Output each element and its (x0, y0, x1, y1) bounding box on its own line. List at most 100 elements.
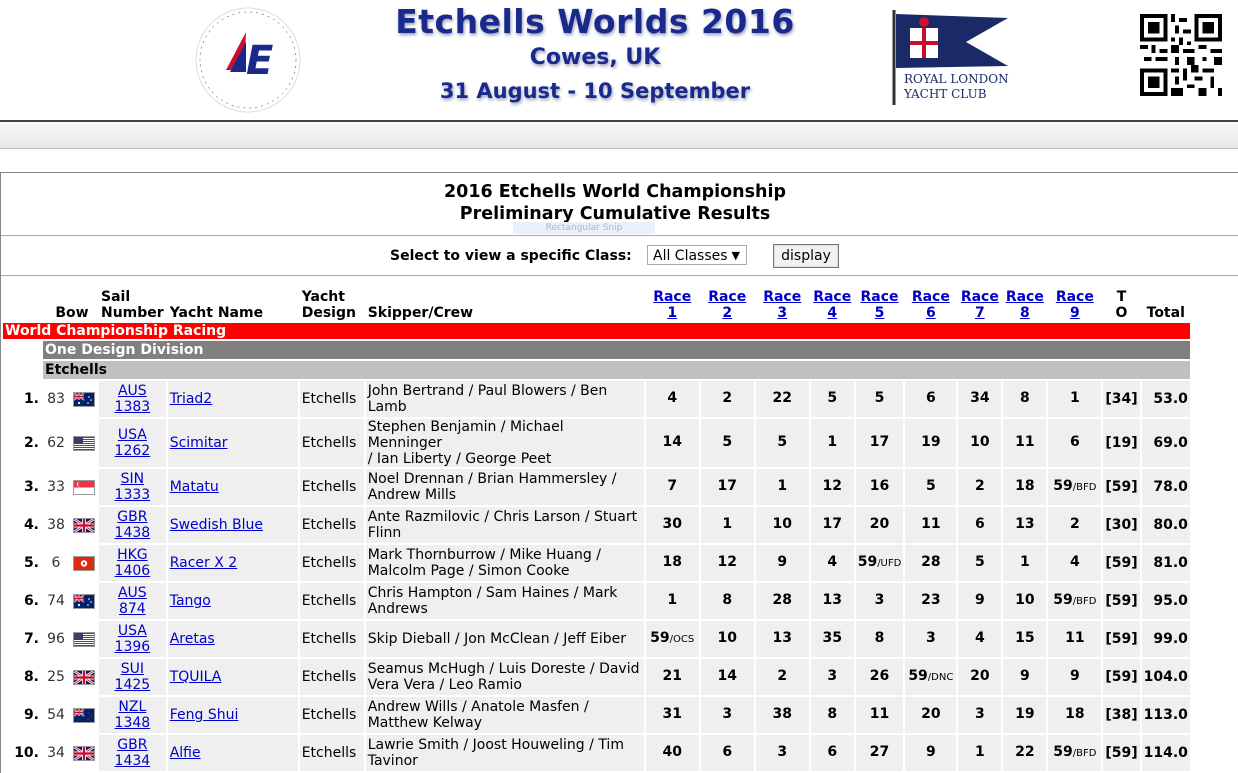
yacht-design: Etchells (299, 419, 364, 467)
yacht-name-link[interactable]: Matatu (170, 479, 219, 495)
race-5-link[interactable]: Race 5 (858, 289, 902, 321)
race-4-link[interactable]: Race 4 (813, 289, 852, 321)
yacht-name-link[interactable]: Swedish Blue (170, 517, 263, 533)
yacht-name[interactable]: Scimitar (167, 419, 298, 467)
race-score: 4 (810, 545, 854, 581)
race-score-value: 10 (772, 516, 792, 532)
race-1-link[interactable]: Race 1 (648, 289, 697, 321)
yacht-name-link[interactable]: Tango (170, 593, 211, 609)
yacht-design: Etchells (299, 621, 364, 657)
bow-number: 6 (43, 545, 69, 581)
crew-line1: Andrew Wills / Anatole Masfen / (367, 699, 589, 715)
sail-number[interactable]: GBR 1434 (99, 735, 166, 771)
race-6-link[interactable]: Race 6 (907, 289, 954, 321)
display-button[interactable]: display (773, 244, 839, 268)
yacht-name[interactable]: Swedish Blue (167, 507, 298, 543)
sail-number-link[interactable]: HKG 1406 (101, 547, 164, 579)
race-score-value: 1 (827, 434, 838, 450)
table-row: 5. 6 HKG 1406 Racer X 2 Etchells Mark Thornbur… (3, 545, 1190, 581)
race-score-value: 5 (925, 478, 936, 494)
yacht-name-link[interactable]: Scimitar (170, 435, 228, 451)
yacht-name[interactable]: Alfie (167, 735, 298, 771)
col-race-1[interactable]: Race 1 (646, 289, 699, 321)
sail-number[interactable]: AUS 1383 (99, 381, 166, 417)
race-score-value: 31 (662, 706, 682, 722)
col-race-5[interactable]: Race 5 (856, 289, 904, 321)
col-race-6[interactable]: Race 6 (905, 289, 956, 321)
sail-number-link[interactable]: NZL 1348 (101, 699, 164, 731)
race-score: 28 (905, 545, 957, 581)
yacht-name-link[interactable]: Racer X 2 (170, 555, 237, 571)
yacht-name[interactable]: Feng Shui (167, 697, 298, 733)
sail-number-link[interactable]: USA 1396 (101, 623, 164, 655)
event-title: Etchells Worlds 2016 (395, 2, 795, 41)
sail-num: 1333 (114, 487, 151, 503)
col-race-3[interactable]: Race 3 (756, 289, 809, 321)
yacht-name[interactable]: Tango (167, 583, 298, 619)
table-row: 6. 74 AUS 874 Tango Etchells Chris Hampton / S… (3, 583, 1190, 619)
race-score-value: 1 (722, 516, 733, 532)
race-score-code: /BFD (1072, 748, 1097, 759)
race-score: 1 (700, 507, 754, 543)
col-yacht-design: Yacht Design (300, 289, 364, 321)
race-score-value: 9 (925, 744, 936, 760)
sail-number[interactable]: USA 1396 (99, 621, 166, 657)
sail-number[interactable]: GBR 1438 (99, 507, 166, 543)
yacht-name-link[interactable]: Aretas (170, 631, 215, 647)
sail-number[interactable]: NZL 1348 (99, 697, 166, 733)
class-select[interactable]: All Classes ▼ (647, 245, 747, 265)
sail-number-link[interactable]: SIN 1333 (101, 471, 164, 503)
race-score: 14 (645, 419, 699, 467)
col-race-2[interactable]: Race 2 (701, 289, 754, 321)
sail-number-link[interactable]: AUS 874 (101, 585, 164, 617)
race-score-value: 6 (925, 390, 936, 406)
crew-line2: Lamb (367, 399, 407, 415)
sail-number-link[interactable]: USA 1262 (101, 427, 164, 459)
yacht-name[interactable]: TQUILA (167, 659, 298, 695)
race-score: 5 (700, 419, 754, 467)
sail-number[interactable]: USA 1262 (99, 419, 166, 467)
col-race-4[interactable]: Race 4 (811, 289, 854, 321)
sail-number-link[interactable]: SUI 1425 (101, 661, 164, 693)
race-score: 12 (700, 545, 754, 581)
indent-spacer (3, 341, 41, 359)
sail-number[interactable]: SUI 1425 (99, 659, 166, 695)
race-score-value: 4 (827, 554, 838, 570)
yacht-name[interactable]: Triad2 (167, 381, 298, 417)
race-score-value: 6 (827, 744, 838, 760)
race-8-link[interactable]: Race 8 (1005, 289, 1044, 321)
col-race-8[interactable]: Race 8 (1003, 289, 1046, 321)
race-score-value: 7 (667, 478, 678, 494)
race-num: 9 (1069, 305, 1080, 321)
race-2-link[interactable]: Race 2 (703, 289, 752, 321)
sail-number[interactable]: HKG 1406 (99, 545, 166, 581)
race-score-value: 34 (970, 390, 990, 406)
col-race-9[interactable]: Race 9 (1048, 289, 1101, 321)
race-score: 9 (1003, 659, 1047, 695)
yacht-name-link[interactable]: Alfie (170, 745, 201, 761)
race-score: 35 (810, 621, 854, 657)
race-3-link[interactable]: Race 3 (758, 289, 807, 321)
yacht-name-link[interactable]: Triad2 (170, 391, 213, 407)
sail-number-link[interactable]: AUS 1383 (101, 383, 164, 415)
yacht-name[interactable]: Racer X 2 (167, 545, 298, 581)
col-race-7[interactable]: Race 7 (958, 289, 1001, 321)
yacht-design: Etchells (299, 735, 364, 771)
race-9-link[interactable]: Race 9 (1050, 289, 1099, 321)
sail-number[interactable]: SIN 1333 (99, 469, 166, 505)
sail-number[interactable]: AUS 874 (99, 583, 166, 619)
yacht-name-link[interactable]: TQUILA (170, 669, 222, 685)
sail-number-link[interactable]: GBR 1438 (101, 509, 164, 541)
indent-spacer (3, 361, 41, 379)
yacht-name-link[interactable]: Feng Shui (170, 707, 239, 723)
race-score-value: 9 (1069, 668, 1080, 684)
col-pos (3, 289, 41, 321)
sail-number-link[interactable]: GBR 1434 (101, 737, 164, 769)
yacht-name[interactable]: Matatu (167, 469, 298, 505)
race-7-link[interactable]: Race 7 (960, 289, 999, 321)
position: 8. (3, 659, 41, 695)
race-score: 59/BFD (1048, 583, 1102, 619)
yacht-name[interactable]: Aretas (167, 621, 298, 657)
table-row: 2. 62 USA 1262 Scimitar Etchells Stephen Benja… (3, 419, 1190, 467)
race-score-value: 5 (974, 554, 985, 570)
